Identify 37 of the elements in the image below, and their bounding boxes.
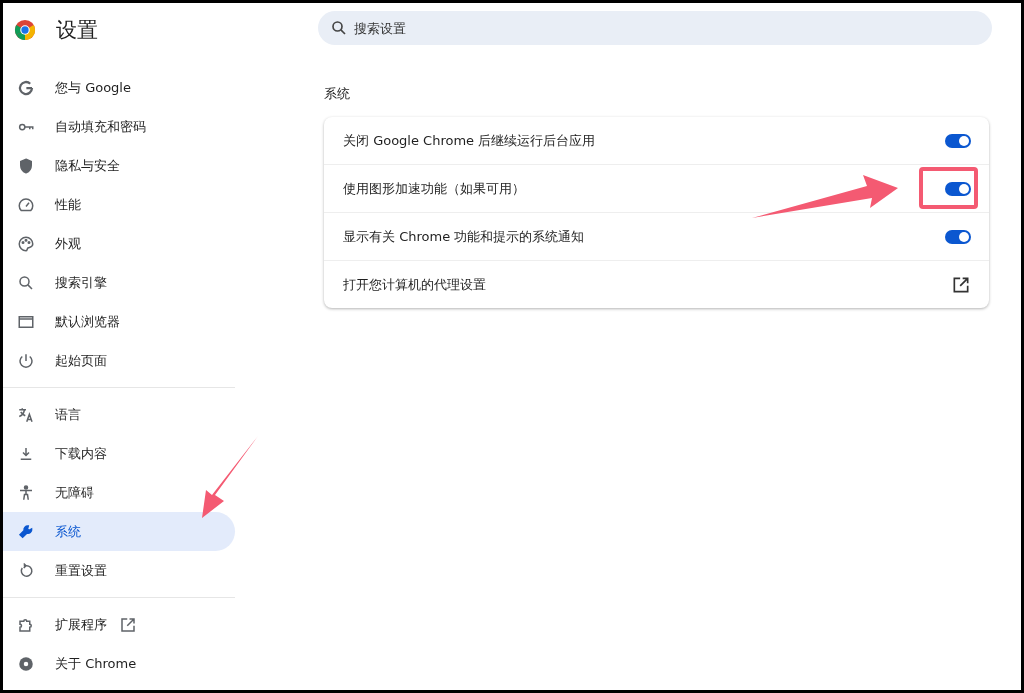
search-icon <box>330 19 348 37</box>
search-field[interactable]: 搜索设置 <box>318 11 992 45</box>
toggle-switch[interactable] <box>945 133 971 148</box>
search-icon <box>17 273 35 292</box>
sidebar-item[interactable]: 语言 <box>3 395 235 434</box>
gauge-icon <box>17 195 35 214</box>
sidebar-item[interactable]: 系统 <box>3 512 235 551</box>
sidebar-item[interactable]: 性能 <box>3 185 235 224</box>
sidebar-item[interactable]: 起始页面 <box>3 341 235 380</box>
palette-icon <box>17 234 35 253</box>
power-icon <box>17 351 35 370</box>
sidebar-item[interactable]: 扩展程序 <box>3 605 235 644</box>
setting-label: 使用图形加速功能（如果可用） <box>343 179 525 198</box>
toggle-switch[interactable] <box>945 181 971 196</box>
setting-label: 打开您计算机的代理设置 <box>343 275 486 294</box>
sidebar-item[interactable]: 无障碍 <box>3 473 235 512</box>
sidebar-item[interactable]: 您与 Google <box>3 68 235 107</box>
sidebar-item[interactable]: 重置设置 <box>3 551 235 590</box>
sidebar-item[interactable]: 自动填充和密码 <box>3 107 235 146</box>
setting-label: 关闭 Google Chrome 后继续运行后台应用 <box>343 131 596 150</box>
highlight-box <box>919 167 978 209</box>
sidebar-item[interactable]: 搜索引擎 <box>3 263 235 302</box>
wrench-icon <box>17 522 35 541</box>
chrome-logo-icon <box>14 19 36 41</box>
settings-title: 设置 <box>56 17 98 44</box>
section-heading: 系统 <box>324 85 351 103</box>
person-icon <box>17 483 35 502</box>
sidebar-item[interactable]: 隐私与安全 <box>3 146 235 185</box>
toggle-switch[interactable] <box>945 229 971 244</box>
sidebar-item[interactable]: 下载内容 <box>3 434 235 473</box>
sidebar-item[interactable]: 关于 Chrome <box>3 644 235 683</box>
sidebar-item[interactable]: 外观 <box>3 224 235 263</box>
g-letter-icon <box>17 78 35 97</box>
shield-icon <box>17 156 35 175</box>
sidebar-item[interactable]: 默认浏览器 <box>3 302 235 341</box>
setting-label: 显示有关 Chrome 功能和提示的系统通知 <box>343 227 585 246</box>
translate-icon <box>17 405 35 424</box>
